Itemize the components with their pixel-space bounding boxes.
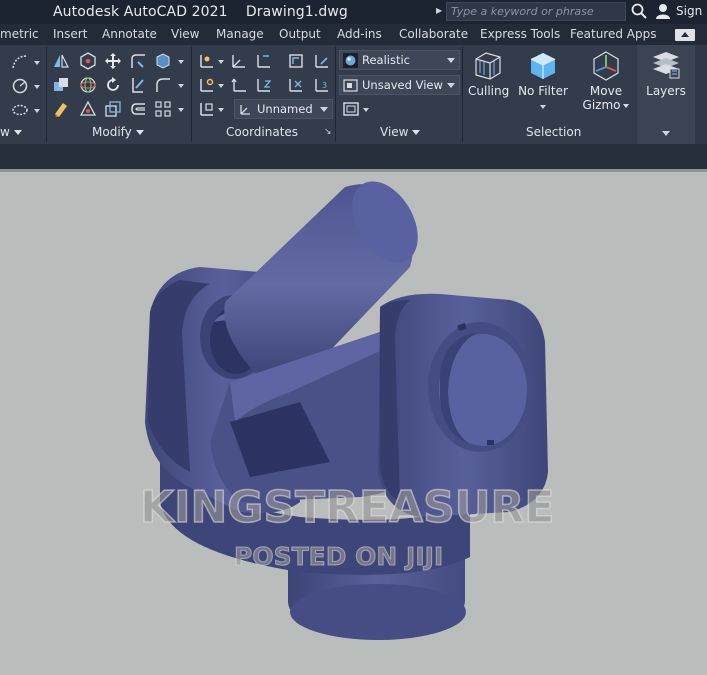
ucs-object-icon[interactable] [313, 52, 331, 70]
tab-featured-apps[interactable]: Featured Apps [570, 27, 656, 41]
chevron-down-icon[interactable] [178, 60, 184, 64]
move-icon[interactable] [104, 52, 122, 70]
tab-view[interactable]: View [171, 27, 199, 41]
ucs-origin-icon[interactable] [230, 76, 248, 94]
layers-button[interactable]: Layers [645, 49, 687, 98]
chevron-down-icon[interactable] [218, 60, 224, 64]
erase-icon[interactable] [52, 100, 70, 118]
drawing-viewport[interactable]: KINGSTREASURE POSTED ON JIJI [0, 172, 707, 675]
no-filter-button[interactable]: No Filter [518, 49, 568, 112]
ucs-face-icon[interactable] [287, 52, 305, 70]
fillet-icon[interactable] [154, 76, 172, 94]
ucs-world-icon[interactable] [230, 52, 248, 70]
watermark-sub: POSTED ON JIJI [233, 542, 444, 572]
union-icon[interactable] [52, 76, 70, 94]
tab-collaborate[interactable]: Collaborate [399, 27, 468, 41]
ucs-icon[interactable] [198, 52, 216, 70]
ucs-small-icon [240, 105, 250, 115]
title-bar: Autodesk AutoCAD 2021 Drawing1.dwg ▶ Typ… [0, 0, 707, 24]
offset-icon[interactable] [129, 100, 147, 118]
slice-icon[interactable] [129, 76, 147, 94]
search-icon[interactable] [630, 2, 648, 20]
no-filter-icon [530, 53, 556, 79]
ucs-named-icon[interactable] [198, 100, 216, 118]
ucs-3point-icon[interactable]: 3 [313, 76, 331, 94]
user-icon[interactable] [654, 2, 672, 20]
ribbon-tab-bar: metric Insert Annotate View Manage Outpu… [0, 24, 707, 45]
sign-in-button[interactable]: Sign In [676, 4, 707, 18]
realistic-style-icon [343, 53, 358, 68]
panel-coordinates: 3 Unnamed Coordinates ↘ [192, 45, 335, 144]
chevron-down-icon[interactable] [34, 109, 40, 113]
chevron-down-icon[interactable] [540, 105, 546, 109]
extrude-faces-icon[interactable] [154, 52, 172, 70]
chevron-down-icon[interactable] [218, 84, 224, 88]
panel-selection: Culling No Filter Move Gizmo Selection [463, 45, 636, 144]
culling-icon [475, 52, 501, 80]
watermark-main: KINGSTREASURE [139, 481, 555, 534]
panel-draw: w [0, 45, 46, 144]
chevron-down-icon[interactable] [178, 84, 184, 88]
ellipse-icon[interactable] [11, 101, 29, 119]
chevron-down-icon[interactable] [34, 85, 40, 89]
scale-icon[interactable] [104, 100, 122, 118]
visual-style-dropdown[interactable]: Realistic [339, 50, 460, 70]
chevron-down-icon[interactable] [662, 131, 670, 136]
layers-icon [653, 52, 680, 79]
ucs-name-dropdown[interactable]: Unnamed [234, 99, 333, 119]
panel-title-modify[interactable]: Modify [92, 125, 144, 139]
tab-insert[interactable]: Insert [53, 27, 87, 41]
panel-view: Realistic Unsaved View View [336, 45, 462, 144]
search-input[interactable]: Type a keyword or phrase [446, 2, 626, 21]
3d-universal-joint-model [145, 181, 548, 640]
viewport-config-icon[interactable] [342, 100, 360, 118]
ucs-z-axis-icon[interactable] [255, 76, 273, 94]
3d-rotate-icon[interactable] [79, 76, 97, 94]
chevron-down-icon[interactable] [218, 108, 224, 112]
chevron-down-icon[interactable] [34, 61, 40, 65]
tab-manage[interactable]: Manage [216, 27, 264, 41]
svg-text:3: 3 [322, 81, 327, 90]
search-expand-icon[interactable]: ▶ [436, 6, 442, 15]
tab-express-tools[interactable]: Express Tools [480, 27, 560, 41]
view-icon [343, 79, 358, 92]
tab-output[interactable]: Output [279, 27, 321, 41]
panel-title-view[interactable]: View [380, 125, 421, 139]
ucs-x-rotate-icon[interactable] [287, 76, 305, 94]
3d-move-icon[interactable] [79, 52, 97, 70]
array-icon[interactable] [154, 100, 172, 118]
tab-annotate[interactable]: Annotate [102, 27, 157, 41]
panel-title-draw[interactable]: w [0, 125, 22, 139]
ribbon: w Modify 3 Unnamed Coordinates ↘ Realist… [0, 45, 707, 144]
tab-add-ins[interactable]: Add-ins [337, 27, 382, 41]
3d-align-icon[interactable] [79, 100, 97, 118]
chevron-down-icon[interactable] [178, 108, 184, 112]
ribbon-minimize-button[interactable] [675, 29, 695, 41]
panel-title-selection: Selection [526, 125, 582, 139]
rotate-icon[interactable] [104, 76, 122, 94]
tab-parametric[interactable]: metric [0, 27, 39, 41]
ucs-previous-icon[interactable] [255, 52, 273, 70]
ribbon-bottom-strip [0, 144, 707, 169]
coordinates-dialog-launcher-icon[interactable]: ↘ [324, 127, 332, 137]
panel-layers: Layers [637, 45, 695, 144]
window-title: Autodesk AutoCAD 2021 Drawing1.dwg [53, 4, 348, 20]
panel-modify: Modify [47, 45, 191, 144]
panel-title-coordinates: Coordinates [226, 125, 299, 139]
mirror-icon[interactable] [52, 52, 70, 70]
move-gizmo-button[interactable]: Move Gizmo [581, 49, 631, 112]
autocad-window: Autodesk AutoCAD 2021 Drawing1.dwg ▶ Typ… [0, 0, 707, 675]
ucs-icon-toggle[interactable] [198, 76, 216, 94]
arc-icon[interactable] [11, 53, 29, 71]
culling-button[interactable]: Culling [468, 49, 509, 98]
named-view-dropdown[interactable]: Unsaved View [339, 75, 460, 95]
move-gizmo-icon [593, 51, 619, 81]
chevron-down-icon[interactable] [363, 108, 369, 112]
fillet-edge-icon[interactable] [129, 52, 147, 70]
circle-icon[interactable] [11, 77, 29, 95]
